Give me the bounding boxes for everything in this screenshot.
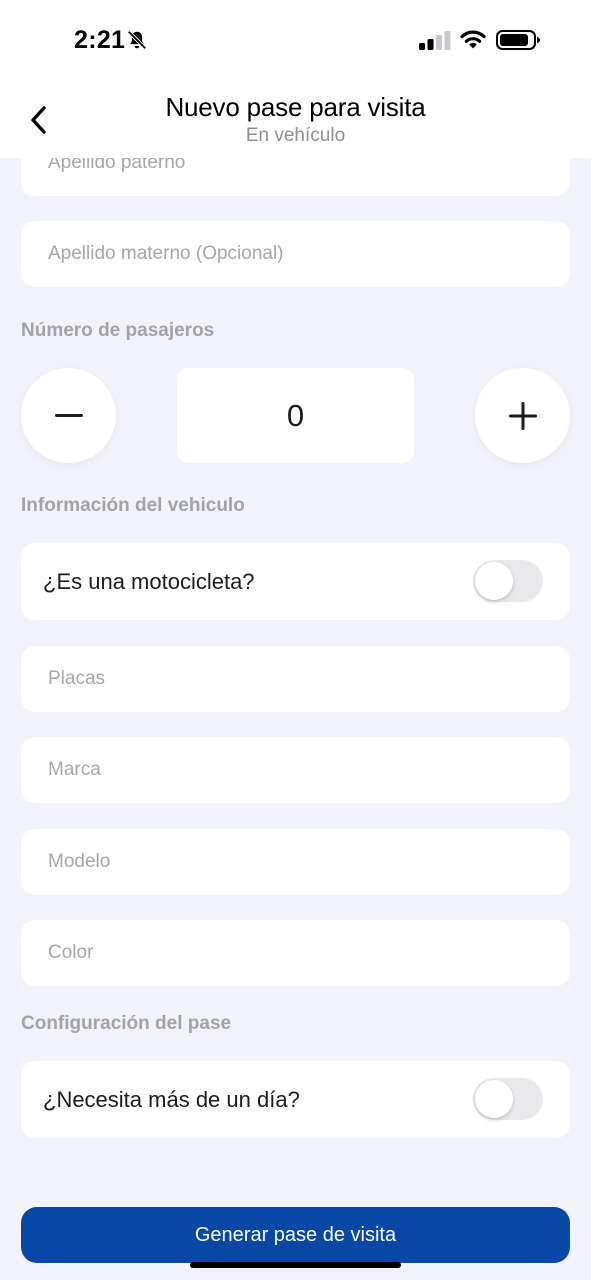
minus-icon xyxy=(54,413,83,417)
multi-dia-toggle[interactable] xyxy=(473,1078,543,1120)
toggle-knob xyxy=(475,1080,513,1118)
toggle-knob xyxy=(475,562,513,600)
home-indicator xyxy=(190,1262,401,1268)
apellido-materno-field[interactable]: Apellido materno (Opcional) xyxy=(21,221,570,287)
marca-field[interactable]: Marca xyxy=(21,737,570,803)
form-content[interactable]: Apellido paterno Apellido materno (Opcio… xyxy=(0,0,591,1280)
navigation-header: Nuevo pase para visita En vehículo xyxy=(0,80,591,158)
multi-dia-row: ¿Necesita más de un día? xyxy=(21,1061,570,1138)
decrement-pasajeros-button[interactable] xyxy=(21,368,116,463)
modelo-field[interactable]: Modelo xyxy=(21,829,570,895)
placas-placeholder: Placas xyxy=(48,668,106,689)
cellular-signal-icon xyxy=(419,31,451,50)
increment-pasajeros-button[interactable] xyxy=(475,368,570,463)
page-subtitle: En vehículo xyxy=(245,125,346,146)
battery-icon xyxy=(496,30,540,50)
bell-slash-icon xyxy=(127,30,147,50)
wifi-icon xyxy=(460,30,486,49)
vehiculo-section-label: Información del vehiculo xyxy=(21,495,245,516)
apellido-materno-placeholder: Apellido materno (Opcional) xyxy=(48,243,284,264)
generar-pase-button[interactable]: Generar pase de visita xyxy=(21,1207,570,1263)
color-placeholder: Color xyxy=(48,942,94,963)
motocicleta-row: ¿Es una motocicleta? xyxy=(21,543,570,620)
pase-section-label: Configuración del pase xyxy=(21,1013,232,1034)
pasajeros-label: Número de pasajeros xyxy=(21,320,215,341)
marca-placeholder: Marca xyxy=(48,759,101,780)
multi-dia-label: ¿Necesita más de un día? xyxy=(43,1087,300,1112)
pasajeros-value[interactable]: 0 xyxy=(177,368,414,463)
motocicleta-label: ¿Es una motocicleta? xyxy=(43,569,255,594)
page-title: Nuevo pase para visita xyxy=(165,92,426,122)
status-bar: 2:21 xyxy=(0,0,591,80)
status-time: 2:21 xyxy=(74,26,126,54)
placas-field[interactable]: Placas xyxy=(21,646,570,712)
color-field[interactable]: Color xyxy=(21,920,570,986)
plus-icon xyxy=(508,401,537,430)
motocicleta-toggle[interactable] xyxy=(473,560,543,602)
modelo-placeholder: Modelo xyxy=(48,851,111,872)
